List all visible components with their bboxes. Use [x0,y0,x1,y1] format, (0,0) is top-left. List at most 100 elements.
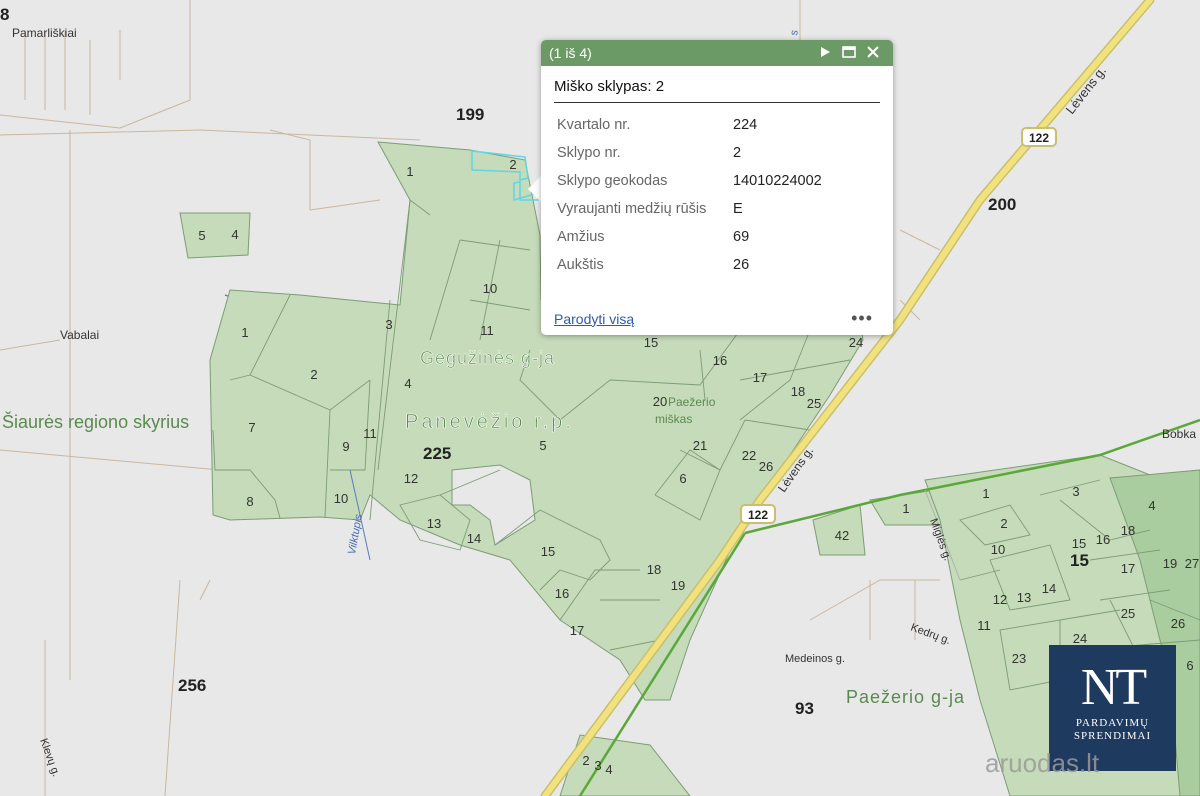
plot-number: 15 [644,335,658,350]
plot-number: 1 [982,486,989,501]
popup-header: (1 iš 4) [541,40,893,66]
plot-number: 14 [1042,581,1056,596]
plot-number: 5 [539,438,546,453]
attribute-value: 224 [733,117,758,133]
plot-number: 17 [753,370,767,385]
plot-number: 26 [759,459,773,474]
place-label-vabalai: Vabalai [60,328,99,342]
plot-number: 3 [594,758,601,773]
place-label-siaures: Šiaurės regiono skyrius [2,411,189,432]
plot-number: 23 [1012,651,1026,666]
attribute-key: Vyraujanti medžių rūšis [557,201,707,217]
forest-plot-4-5 [179,212,251,259]
logo-line-2: SPRENDIMAI [1073,730,1152,742]
plot-number: 10 [483,281,497,296]
plot-number: 14 [467,531,481,546]
place-label-panevezio: Panevėžio r.p. [405,411,574,433]
attribute-value: 69 [733,229,750,245]
plot-number: 1 [902,501,909,516]
plot-number: 10 [334,491,348,506]
plot-number: 11 [977,618,991,633]
plot-number: 12 [993,592,1007,607]
popup-counter: (1 iš 4) [549,45,592,61]
attribute-value: E [733,201,743,217]
plot-number: 24 [849,335,863,350]
place-label-pamarliskiai: Pamarliškiai [12,26,77,40]
plot-number: 15 [1072,536,1086,551]
plot-number: 2 [509,157,516,172]
attribute-key: Sklypo nr. [557,145,621,161]
plot-number: 13 [427,516,441,531]
more-options-button[interactable]: ••• [851,308,873,329]
watermark: aruodas.lt [985,748,1100,778]
plot-number: 10 [991,542,1005,557]
plot-number: 9 [342,439,349,454]
plot-number: 3 [385,317,392,332]
plot-number: 16 [555,586,569,601]
route-shield-122-top: 122 [1021,127,1057,147]
place-label-paezerio-miskas-2: miškas [655,412,692,426]
plot-number: 4 [404,376,411,391]
plot-number: 17 [570,623,584,638]
place-label-paezerio-gja: Paežerio g-ja [846,687,965,707]
plot-number: 2 [582,753,589,768]
plot-number: 4 [231,227,238,242]
logo-mark: NT [1080,659,1147,716]
plot-number: 6 [679,471,686,486]
plot-number: 18 [1121,523,1135,538]
attribute-table: Kvartalo nr. 224 Sklypo nr. 2 Sklypo geoko… [554,113,825,281]
svg-text:122: 122 [1029,131,1049,145]
plot-number: 1 [241,325,248,340]
quarter-15: 15 [1070,551,1089,570]
quarter-93: 93 [795,699,814,718]
attribute-row: Sklypo nr. 2 [554,141,825,169]
attribute-row: Aukštis 26 [554,253,825,281]
attribute-row: Kvartalo nr. 224 [554,113,825,141]
plot-number: 22 [742,448,756,463]
plot-number: 6 [1186,658,1193,673]
attribute-key: Kvartalo nr. [557,117,631,133]
attribute-value: 2 [733,145,742,161]
plot-number: 13 [1017,590,1031,605]
feature-popup: (1 iš 4) Miško sklypas: 2 Kvartalo nr. 22… [541,40,893,335]
quarter-199: 199 [456,105,484,124]
place-label-bobka: Bobka [1162,427,1196,441]
plot-number: 7 [248,420,255,435]
plot-number: 18 [791,384,805,399]
plot-number: 2 [1000,516,1007,531]
next-feature-button[interactable] [813,45,837,61]
popup-title: Miško sklypas: 2 [554,78,880,103]
plot-number: 27 [1185,556,1199,571]
svg-text:122: 122 [748,508,768,522]
attribute-key: Amžius [557,229,605,245]
quarter-256: 256 [178,676,206,695]
road-label-medeinos: Medeinos g. [785,653,845,665]
close-icon [867,46,879,58]
close-button[interactable] [861,45,885,61]
plot-number: 8 [246,494,253,509]
plot-number: 4 [1148,498,1155,513]
attribute-row: Sklypo geokodas 14010224002 [554,169,825,197]
plot-number: 4 [605,762,612,777]
maximize-icon [842,46,856,58]
place-label-paezerio-miskas-1: Paežerio [668,395,716,409]
attribute-row: Amžius 69 [554,225,825,253]
plot-number: 25 [1121,606,1135,621]
popup-pointer [528,175,542,203]
attribute-key: Aukštis [557,257,604,273]
quarter-8: 8 [0,5,9,24]
show-all-link[interactable]: Parodyti visą [554,311,634,327]
plot-number: 2 [310,367,317,382]
plot-number: 11 [363,426,377,441]
maximize-button[interactable] [837,45,861,61]
plot-number: 19 [671,578,685,593]
plot-number: 17 [1121,561,1135,576]
attribute-value: 26 [733,257,750,273]
attribute-key: Sklypo geokodas [557,173,668,189]
plot-number: 15 [541,544,555,559]
plot-number: 25 [807,396,821,411]
plot-number: 5 [198,228,205,243]
place-label-geguzines: Gegužinės g-ja [420,348,555,368]
plot-number: 16 [1096,532,1110,547]
plot-number: 42 [835,528,849,543]
